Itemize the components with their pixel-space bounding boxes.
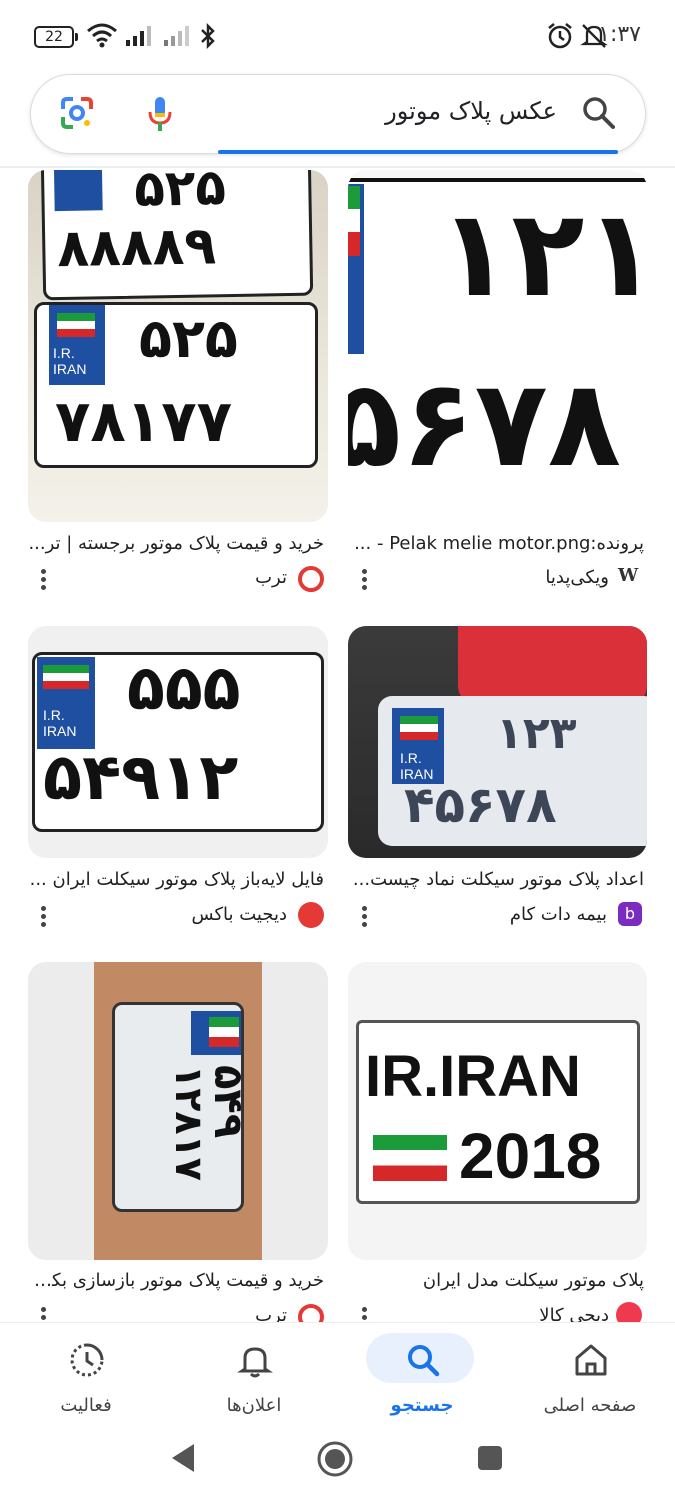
plate-image: IR.IRAN 2018 xyxy=(356,1020,640,1204)
divider xyxy=(0,166,675,168)
more-options-icon[interactable] xyxy=(41,903,47,930)
google-lens-icon[interactable] xyxy=(59,95,95,131)
nav-label: فعالیت xyxy=(60,1395,112,1416)
plate-text: ۵۲۵ xyxy=(133,170,227,218)
more-options-icon[interactable] xyxy=(362,566,368,593)
wifi-icon xyxy=(87,23,117,48)
recents-icon[interactable] xyxy=(476,1444,504,1472)
bimeh-favicon-icon: b xyxy=(618,902,642,926)
result-image-1[interactable]: ۵۲۵ ۸۸۸۸۹ I.R. IRAN ۵۲۵ ۷۸۱۷۷ xyxy=(28,170,328,522)
result-image-2[interactable]: ۱۲۱ ۵۶۷۸ xyxy=(348,170,647,522)
more-options-icon[interactable] xyxy=(362,903,368,930)
battery-level: 22 xyxy=(45,29,63,45)
bluetooth-icon xyxy=(201,22,215,50)
result-title-4[interactable]: اعداد پلاک موتور سیکلت نماد چیست... xyxy=(350,869,644,890)
search-icon[interactable] xyxy=(581,95,617,131)
clock: ۱:۳۷ xyxy=(598,22,641,47)
nav-label: اعلان‌ها xyxy=(226,1395,282,1416)
result-image-5[interactable]: ۵۴۹ ۱۲۸۱۷ xyxy=(28,962,328,1260)
home-icon xyxy=(575,1344,607,1376)
alarm-icon xyxy=(548,23,572,49)
signal-icon-2 xyxy=(164,26,189,46)
nav-home[interactable]: صفحه اصلی xyxy=(510,1323,670,1431)
plate-text: ۴۵۶۷۸ xyxy=(404,776,557,834)
plate-text: 2018 xyxy=(459,1120,602,1192)
more-options-icon[interactable] xyxy=(41,566,47,593)
plate-text: ۱۲۳ xyxy=(496,708,577,759)
loading-progress-bar xyxy=(218,150,618,154)
plate-text: ۱۲۱ xyxy=(438,185,647,324)
search-input[interactable]: عکس پلاک موتور xyxy=(385,97,557,125)
search-bar[interactable]: عکس پلاک موتور xyxy=(30,74,646,154)
back-icon[interactable] xyxy=(168,1442,198,1474)
home-button-icon[interactable] xyxy=(316,1440,354,1478)
bottom-navigation: فعالیت اعلان‌ها جستجو صفحه اصلی xyxy=(0,1322,675,1431)
plate-text: ۵۴۹ xyxy=(205,1065,251,1139)
result-source-3[interactable]: دیجیت باکس xyxy=(192,904,287,925)
result-source-1[interactable]: ترب xyxy=(255,567,287,588)
status-bar: 22 ۱:۳۷ xyxy=(0,0,675,70)
result-source-4[interactable]: بیمه دات کام xyxy=(510,904,607,925)
search-icon xyxy=(408,1345,440,1377)
result-image-6[interactable]: IR.IRAN 2018 xyxy=(348,962,647,1260)
result-title-1[interactable]: خرید و قیمت پلاک موتور برجسته | تر... xyxy=(28,533,324,554)
plate-text: ۵۵۵ xyxy=(127,651,241,724)
digitbox-favicon-icon xyxy=(298,902,324,928)
result-title-6[interactable]: پلاک موتور سیکلت مدل ایران xyxy=(350,1270,644,1291)
result-title-2[interactable]: پرونده:Pelak melie motor.png - ... xyxy=(350,533,644,554)
plate-text: ۵۴۹۱۲ xyxy=(43,741,239,815)
plate-text: ۱۲۸۱۷ xyxy=(167,1065,211,1181)
nav-notifications[interactable]: اعلان‌ها xyxy=(174,1323,334,1431)
plate-image: ۵۲۵ ۸۸۸۸۹ xyxy=(40,170,314,301)
system-navigation-bar xyxy=(0,1430,675,1500)
result-title-5[interactable]: خرید و قیمت پلاک موتور بازسازی بکی... xyxy=(28,1270,324,1291)
plate-text: ۷۸۱۷۷ xyxy=(55,387,233,455)
wikipedia-favicon-icon: W xyxy=(618,565,639,586)
result-source-2[interactable]: ویکی‌پدیا xyxy=(545,567,609,588)
nav-activity[interactable]: فعالیت xyxy=(6,1323,166,1431)
plate-text: ۵۶۷۸ xyxy=(348,355,621,494)
bell-icon xyxy=(237,1347,273,1378)
result-image-3[interactable]: I.R. IRAN ۵۵۵ ۵۴۹۱۲ xyxy=(28,626,328,858)
plate-text: ۸۸۸۸۹ xyxy=(56,216,217,280)
nav-label: صفحه اصلی xyxy=(543,1395,637,1416)
nav-label: جستجو xyxy=(390,1395,454,1416)
torob-favicon-icon xyxy=(298,566,324,592)
result-image-4[interactable]: I.R. IRAN ۱۲۳ ۴۵۶۷۸ xyxy=(348,626,647,858)
result-title-3[interactable]: فایل لایه‌باز پلاک موتور سیکلت ایران ... xyxy=(28,869,324,890)
plate-text: ۵۲۵ xyxy=(139,307,238,370)
signal-icon xyxy=(126,26,151,46)
plate-image: ۵۴۹ ۱۲۸۱۷ xyxy=(112,1002,251,1212)
nav-search[interactable]: جستجو xyxy=(342,1323,502,1431)
plate-text: IR.IRAN xyxy=(365,1044,581,1109)
microphone-icon[interactable] xyxy=(146,95,174,135)
plate-image: I.R. IRAN ۵۵۵ ۵۴۹۱۲ xyxy=(32,651,324,832)
activity-icon xyxy=(70,1343,104,1377)
battery-indicator: 22 xyxy=(34,26,78,48)
plate-image: I.R. IRAN ۵۲۵ ۷۸۱۷۷ xyxy=(34,302,318,468)
